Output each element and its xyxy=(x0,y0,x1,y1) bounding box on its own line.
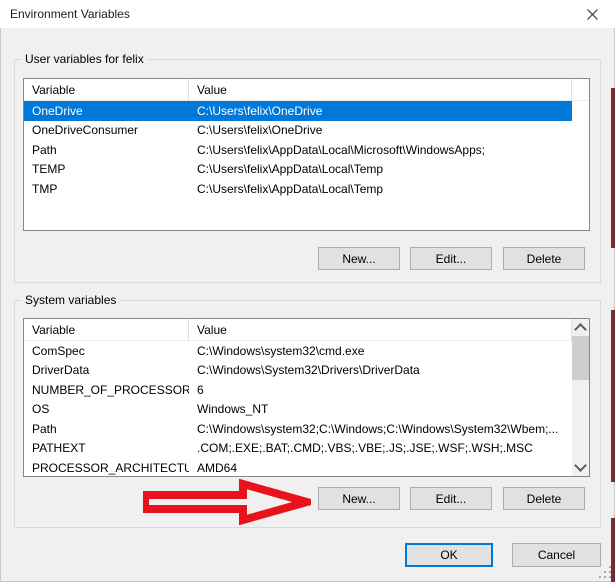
column-header-variable[interactable]: Variable xyxy=(24,319,189,340)
table-row[interactable]: OS Windows_NT xyxy=(24,400,572,420)
system-variables-table[interactable]: Variable Value ComSpec C:\Windows\system… xyxy=(23,318,590,477)
variable-name-cell: PROCESSOR_ARCHITECTURE xyxy=(24,461,189,475)
column-header-variable[interactable]: Variable xyxy=(24,79,189,100)
variable-value-cell: 6 xyxy=(189,383,572,397)
variable-value-cell: C:\Users\felix\OneDrive xyxy=(189,123,572,137)
variable-name-cell: DriverData xyxy=(24,363,189,377)
user-edit-button[interactable]: Edit... xyxy=(410,247,492,270)
variable-name-cell: NUMBER_OF_PROCESSORS xyxy=(24,383,189,397)
table-row[interactable]: OneDrive C:\Users\felix\OneDrive xyxy=(24,101,572,121)
title-bar[interactable]: Environment Variables xyxy=(0,0,615,28)
scroll-up-button[interactable] xyxy=(572,319,589,336)
screenshot-edge-artifact xyxy=(611,518,615,582)
table-row[interactable]: PATHEXT .COM;.EXE;.BAT;.CMD;.VBS;.VBE;.J… xyxy=(24,439,572,459)
table-header: Variable Value xyxy=(24,319,589,341)
variable-name-cell: ComSpec xyxy=(24,344,189,358)
user-variables-group-label: User variables for felix xyxy=(21,52,148,66)
chevron-up-icon xyxy=(574,323,587,336)
table-row[interactable]: TEMP C:\Users\felix\AppData\Local\Temp xyxy=(24,160,572,180)
table-row[interactable]: ComSpec C:\Windows\system32\cmd.exe xyxy=(24,341,572,361)
variable-name-cell: TEMP xyxy=(24,162,189,176)
system-new-button[interactable]: New... xyxy=(318,487,400,510)
variable-name-cell: TMP xyxy=(24,182,189,196)
table-header: Variable Value xyxy=(24,79,589,101)
variable-value-cell: C:\Windows\System32\Drivers\DriverData xyxy=(189,363,572,377)
system-variables-group-label: System variables xyxy=(21,293,120,307)
variable-name-cell: OneDrive xyxy=(24,104,189,118)
column-header-value[interactable]: Value xyxy=(189,319,572,340)
window-title: Environment Variables xyxy=(10,7,130,21)
variable-name-cell: Path xyxy=(24,143,189,157)
system-edit-button[interactable]: Edit... xyxy=(410,487,492,510)
variable-name-cell: OneDriveConsumer xyxy=(24,123,189,137)
variable-value-cell: .COM;.EXE;.BAT;.CMD;.VBS;.VBE;.JS;.JSE;.… xyxy=(189,441,572,455)
close-icon xyxy=(587,9,598,20)
user-new-button[interactable]: New... xyxy=(318,247,400,270)
table-row[interactable]: Path C:\Windows\system32;C:\Windows;C:\W… xyxy=(24,419,572,439)
screenshot-edge-artifact xyxy=(611,88,615,248)
chevron-down-icon xyxy=(574,459,587,472)
column-header-value[interactable]: Value xyxy=(189,79,572,100)
table-row[interactable]: Path C:\Users\felix\AppData\Local\Micros… xyxy=(24,140,572,160)
variable-value-cell: C:\Users\felix\OneDrive xyxy=(189,104,572,118)
user-variables-table[interactable]: Variable Value OneDrive C:\Users\felix\O… xyxy=(23,78,590,231)
scrollbar-thumb[interactable] xyxy=(572,336,589,380)
variable-value-cell: AMD64 xyxy=(189,461,572,475)
variable-name-cell: Path xyxy=(24,422,189,436)
variable-value-cell: C:\Users\felix\AppData\Local\Microsoft\W… xyxy=(189,143,572,157)
variable-value-cell: C:\Users\felix\AppData\Local\Temp xyxy=(189,162,572,176)
scroll-down-button[interactable] xyxy=(572,459,589,476)
table-row[interactable]: TMP C:\Users\felix\AppData\Local\Temp xyxy=(24,179,572,199)
variable-name-cell: PATHEXT xyxy=(24,441,189,455)
cancel-button[interactable]: Cancel xyxy=(512,543,601,567)
table-row[interactable]: NUMBER_OF_PROCESSORS 6 xyxy=(24,380,572,400)
ok-button[interactable]: OK xyxy=(405,543,493,567)
table-row[interactable]: PROCESSOR_ARCHITECTURE AMD64 xyxy=(24,458,572,478)
system-delete-button[interactable]: Delete xyxy=(503,487,585,510)
variable-name-cell: OS xyxy=(24,402,189,416)
vertical-scrollbar[interactable] xyxy=(572,319,589,476)
user-variables-rows: OneDrive C:\Users\felix\OneDrive OneDriv… xyxy=(24,101,589,199)
variable-value-cell: C:\Windows\system32\cmd.exe xyxy=(189,344,572,358)
user-delete-button[interactable]: Delete xyxy=(503,247,585,270)
system-variables-rows: ComSpec C:\Windows\system32\cmd.exe Driv… xyxy=(24,341,572,478)
variable-value-cell: C:\Windows\system32;C:\Windows;C:\Window… xyxy=(189,422,572,436)
table-row[interactable]: OneDriveConsumer C:\Users\felix\OneDrive xyxy=(24,121,572,141)
variable-value-cell: Windows_NT xyxy=(189,402,572,416)
screenshot-edge-artifact xyxy=(611,310,615,482)
close-button[interactable] xyxy=(576,3,608,25)
variable-value-cell: C:\Users\felix\AppData\Local\Temp xyxy=(189,182,572,196)
table-row[interactable]: DriverData C:\Windows\System32\Drivers\D… xyxy=(24,361,572,381)
